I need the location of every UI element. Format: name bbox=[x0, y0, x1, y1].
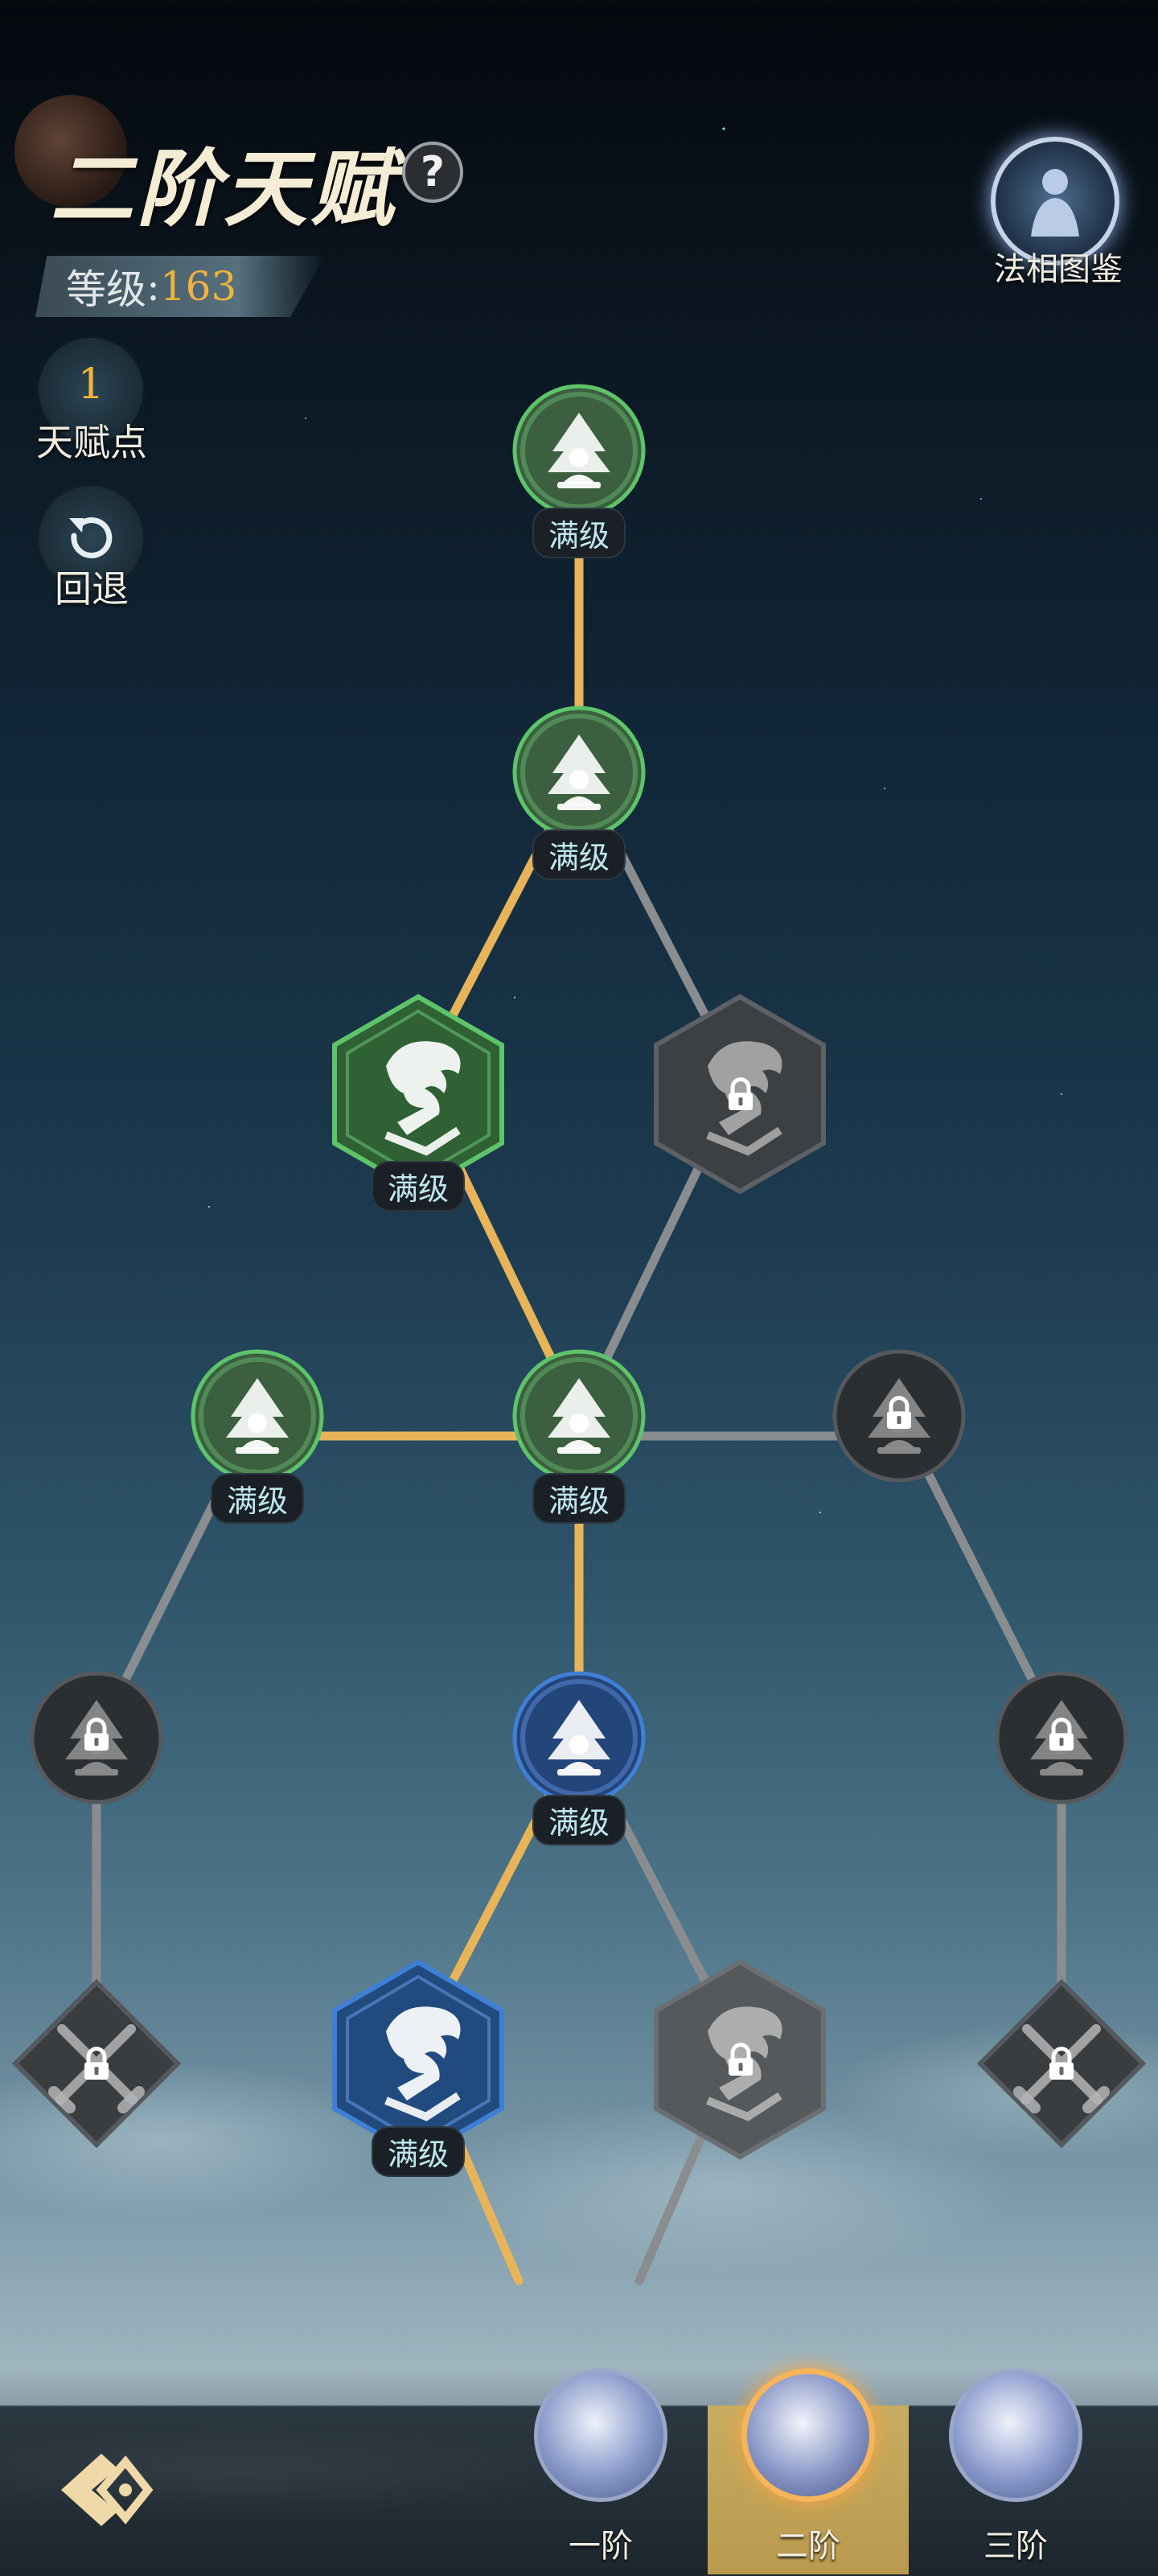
talent-points-label: 天赋点 bbox=[36, 421, 147, 464]
lock-icon bbox=[76, 2043, 117, 2084]
talent-node-9[interactable]: 满级 bbox=[511, 1669, 647, 1846]
talent-node-3[interactable]: 满级 bbox=[330, 994, 507, 1212]
node-status-label: 满级 bbox=[532, 1473, 626, 1524]
tier-tab-label: 二阶 bbox=[776, 2528, 840, 2565]
undo-label: 回退 bbox=[55, 567, 129, 611]
tier-tab-3[interactable]: 三阶 bbox=[915, 2368, 1116, 2574]
node-status-label: 满级 bbox=[371, 2126, 466, 2177]
help-button[interactable]: ? bbox=[402, 142, 463, 203]
tier-2-icon bbox=[741, 2368, 875, 2502]
undo-icon bbox=[69, 517, 113, 558]
talent-node-5[interactable]: 满级 bbox=[189, 1348, 326, 1524]
pagoda-icon bbox=[512, 706, 646, 839]
tier-1-icon bbox=[534, 2368, 667, 2502]
node-status-label: 满级 bbox=[532, 1795, 626, 1846]
tier-3-icon bbox=[949, 2368, 1082, 2502]
lock-icon bbox=[721, 1074, 761, 1114]
talent-node-2[interactable]: 满级 bbox=[511, 704, 647, 880]
talent-points-value: 1 bbox=[77, 360, 105, 409]
talent-node-11[interactable] bbox=[12, 1979, 181, 2148]
lock-icon bbox=[721, 2039, 761, 2080]
node-status-label: 满级 bbox=[371, 1161, 466, 1212]
pagoda-icon bbox=[512, 1671, 646, 1804]
tier-tab-2[interactable]: 二阶 bbox=[708, 2368, 909, 2574]
lock-icon bbox=[1041, 1714, 1082, 1755]
level-separator: : bbox=[146, 263, 160, 310]
pagoda-icon bbox=[512, 1349, 646, 1483]
node-status-label: 满级 bbox=[532, 829, 626, 880]
talent-node-4[interactable] bbox=[651, 994, 828, 1195]
talent-node-12[interactable]: 满级 bbox=[330, 1959, 507, 2177]
pagoda-icon bbox=[512, 384, 646, 517]
back-button[interactable] bbox=[45, 2430, 166, 2550]
pagoda-icon bbox=[191, 1349, 324, 1483]
node-status-label: 满级 bbox=[532, 508, 626, 558]
page-title: 二阶天赋 bbox=[50, 139, 398, 238]
talent-node-10[interactable] bbox=[993, 1669, 1130, 1806]
tier-tab-label: 一阶 bbox=[569, 2528, 633, 2565]
talent-node-6[interactable]: 满级 bbox=[511, 1348, 647, 1524]
lock-icon bbox=[1041, 2043, 1082, 2084]
talent-node-13[interactable] bbox=[651, 1959, 828, 2160]
lock-icon bbox=[879, 1393, 919, 1433]
node-status-label: 满级 bbox=[210, 1473, 305, 1524]
lock-icon bbox=[76, 1714, 117, 1755]
talent-node-8[interactable] bbox=[28, 1669, 165, 1806]
talent-node-14[interactable] bbox=[977, 1979, 1146, 2148]
tier-tab-1[interactable]: 一阶 bbox=[500, 2368, 701, 2574]
level-badge: 等级:163 bbox=[35, 256, 325, 317]
codex-label: 法相图鉴 bbox=[994, 251, 1123, 288]
level-value: 163 bbox=[159, 263, 237, 310]
back-arrow-icon bbox=[61, 2454, 154, 2526]
talent-node-7[interactable] bbox=[831, 1348, 967, 1484]
tier-tab-label: 三阶 bbox=[983, 2528, 1048, 2565]
level-label: 等级 bbox=[66, 266, 146, 313]
talent-node-1[interactable]: 满级 bbox=[511, 382, 647, 558]
